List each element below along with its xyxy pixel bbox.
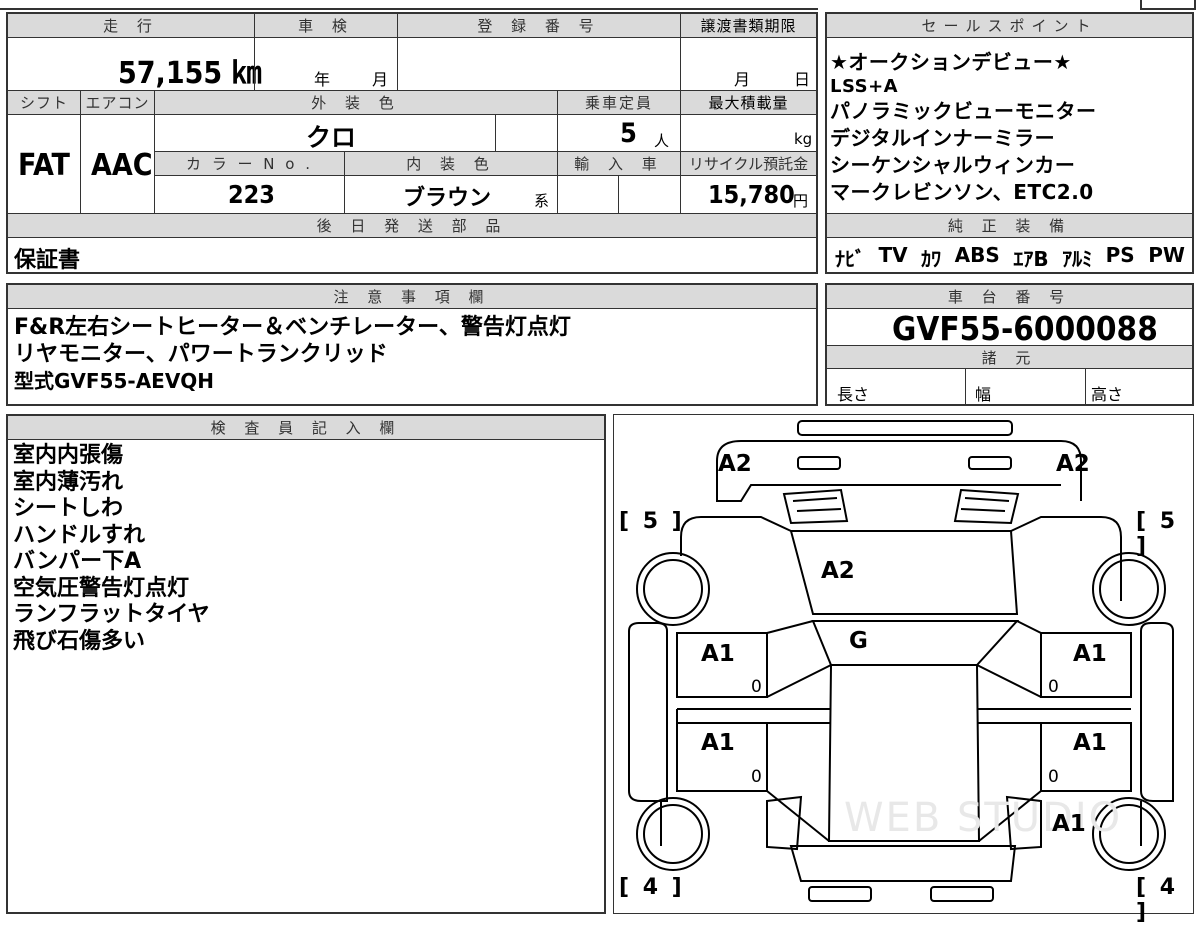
recycle-fee-header: リサイクル預託金 xyxy=(681,152,816,175)
inspector-note: ランフラットタイヤ xyxy=(13,602,210,627)
equipment-header: 純 正 装 備 xyxy=(827,214,1192,237)
equipment-item: ｱﾙﾐ xyxy=(1062,247,1093,271)
registration-header: 登 録 番 号 xyxy=(398,14,680,37)
dent-count-front-left: 0 xyxy=(751,677,762,697)
specs-header: 諸 元 xyxy=(827,346,1192,368)
mileage-value: 57,155 ㎞ xyxy=(118,56,262,91)
inspector-note: 室内薄汚れ xyxy=(13,469,124,495)
bracket-front-left: [ 5 ] xyxy=(619,509,685,534)
damage-label-a2-hood: A2 xyxy=(821,558,855,584)
later-parts-header: 後 日 発 送 部 品 xyxy=(8,214,816,237)
equipment-item: PW xyxy=(1148,243,1185,267)
inspector-note: 室内内張傷 xyxy=(13,443,124,468)
max-load-unit: kg xyxy=(794,130,813,148)
color-no-value: 223 xyxy=(228,180,275,209)
note-line: F&R左右シートヒーター＆ベンチレーター、警告灯点灯 xyxy=(14,315,571,340)
exterior-color-value: クロ xyxy=(306,123,357,152)
chassis-number: GVF55-6000088 xyxy=(892,309,1158,348)
dent-count-rear-right: 0 xyxy=(1048,767,1059,787)
sales-point-line: パノラミックビューモニター xyxy=(830,99,1097,123)
inspection-month: 月 xyxy=(372,70,389,89)
inspection-header: 車 検 xyxy=(255,14,397,37)
sales-points-header: セールスポイント xyxy=(827,14,1192,37)
equipment-list: ﾅﾋﾞ TV ｶﾜ ABS ｴｱB ｱﾙﾐ PS PW xyxy=(835,243,1185,272)
exterior-color-header: 外 装 色 xyxy=(155,91,557,114)
interior-color-header: 内 装 色 xyxy=(345,152,557,175)
notes-panel: 注 意 事 項 欄 F&R左右シートヒーター＆ベンチレーター、警告灯点灯 リヤモ… xyxy=(6,283,818,406)
equipment-item: PS xyxy=(1105,243,1135,267)
damage-label-a1-rear-right: A1 xyxy=(1073,730,1107,756)
color-no-header: カ ラ ー N o . xyxy=(155,152,344,175)
sales-point-line: シーケンシャルウィンカー xyxy=(830,153,1076,177)
ac-header: エアコン xyxy=(81,91,154,114)
damage-label-a1-rear-quarter: A1 xyxy=(1052,811,1086,837)
mileage-header: 走 行 xyxy=(8,14,254,37)
damage-label-a1-front-left: A1 xyxy=(701,641,735,667)
capacity-unit: 人 xyxy=(654,132,670,150)
equipment-item: ﾅﾋﾞ xyxy=(835,247,865,271)
inspector-note: 飛び石傷多い xyxy=(13,628,146,654)
inspector-panel: 検 査 員 記 入 欄 室内内張傷 室内薄汚れ シートしわ ハンドルすれ バンパ… xyxy=(6,414,606,914)
later-parts-value: 保証書 xyxy=(14,248,81,273)
ac-value: AAC xyxy=(91,148,153,183)
equipment-item: ｶﾜ xyxy=(921,247,942,271)
note-line: リヤモニター、パワートランクリッド xyxy=(14,341,388,367)
inspector-note: バンパー下A xyxy=(13,549,142,574)
sales-point-line: マークレビンソン、ETC2.0 xyxy=(830,180,1094,204)
damage-label-a1-rear-left: A1 xyxy=(701,730,735,756)
inspector-notes-list: 室内内張傷 室内薄汚れ シートしわ ハンドルすれ バンパー下A 空気圧警告灯点灯… xyxy=(13,443,210,655)
bracket-rear-left: [ 4 ] xyxy=(619,875,685,900)
interior-color-suffix: 系 xyxy=(534,192,550,210)
inspector-note: シートしわ xyxy=(13,496,124,521)
sales-points-panel: セールスポイント ★オークションデビュー★ LSS+A パノラミックビューモニタ… xyxy=(825,12,1194,274)
damage-label-a1-front-right: A1 xyxy=(1073,641,1107,667)
spec-width-label: 幅 xyxy=(975,385,992,404)
equipment-item: ABS xyxy=(954,243,1000,267)
transfer-day: 日 xyxy=(794,70,811,89)
transfer-deadline-header: 譲渡書類期限 xyxy=(681,14,816,37)
bracket-rear-right: [ 4 ] xyxy=(1136,875,1179,925)
inspector-header: 検 査 員 記 入 欄 xyxy=(8,416,604,439)
shift-value: FAT xyxy=(18,148,70,183)
vehicle-info-grid: 走 行 車 検 登 録 番 号 譲渡書類期限 57,155 ㎞ 年 月 月 日 … xyxy=(6,12,818,274)
notes-list: F&R左右シートヒーター＆ベンチレーター、警告灯点灯 リヤモニター、パワートラン… xyxy=(14,315,571,395)
sales-points-list: ★オークションデビュー★ LSS+A パノラミックビューモニター デジタルインナ… xyxy=(830,49,1097,206)
dent-count-rear-left: 0 xyxy=(751,767,762,787)
damage-label-a2-front-left: A2 xyxy=(718,451,752,477)
top-cutoff-strip xyxy=(0,0,818,10)
notes-header: 注 意 事 項 欄 xyxy=(8,285,816,308)
capacity-header: 乗車定員 xyxy=(558,91,680,114)
note-line: 型式GVF55-AEVQH xyxy=(14,369,215,393)
equipment-item: ｴｱB xyxy=(1013,247,1049,271)
equipment-item: TV xyxy=(878,243,908,267)
inspector-note: 空気圧警告灯点灯 xyxy=(13,575,190,601)
spec-length-label: 長さ xyxy=(837,385,870,404)
max-load-header: 最大積載量 xyxy=(681,91,816,114)
sales-point-line: LSS+A xyxy=(830,76,899,97)
recycle-fee-value: 15,780 xyxy=(708,180,795,209)
transfer-month: 月 xyxy=(734,70,751,89)
chassis-panel: 車 台 番 号 GVF55-6000088 諸 元 長さ 幅 高さ xyxy=(825,283,1194,406)
capacity-value: 5 xyxy=(620,118,637,149)
import-header: 輸 入 車 xyxy=(558,152,680,175)
bracket-front-right: [ 5 ] xyxy=(1136,509,1179,559)
damage-diagram-panel: WEB STUDIO [ 5 ] [ 5 ] [ 4 ] [ 4 ] A2 A2… xyxy=(613,414,1194,925)
top-cutoff-strip-right xyxy=(1140,0,1196,10)
chassis-header: 車 台 番 号 xyxy=(827,285,1192,308)
inspector-note: ハンドルすれ xyxy=(13,522,146,548)
inspection-year: 年 xyxy=(314,70,331,89)
shift-header: シフト xyxy=(8,91,80,114)
recycle-fee-unit: 円 xyxy=(793,192,809,210)
spec-height-label: 高さ xyxy=(1091,385,1124,404)
dent-count-front-right: 0 xyxy=(1048,677,1059,697)
sales-point-line: ★オークションデビュー★ xyxy=(830,50,1072,74)
damage-label-g-windshield: G xyxy=(849,628,868,654)
damage-label-a2-front-right: A2 xyxy=(1056,451,1090,477)
interior-color-value: ブラウン xyxy=(403,186,492,211)
sales-point-line: デジタルインナーミラー xyxy=(830,126,1056,150)
